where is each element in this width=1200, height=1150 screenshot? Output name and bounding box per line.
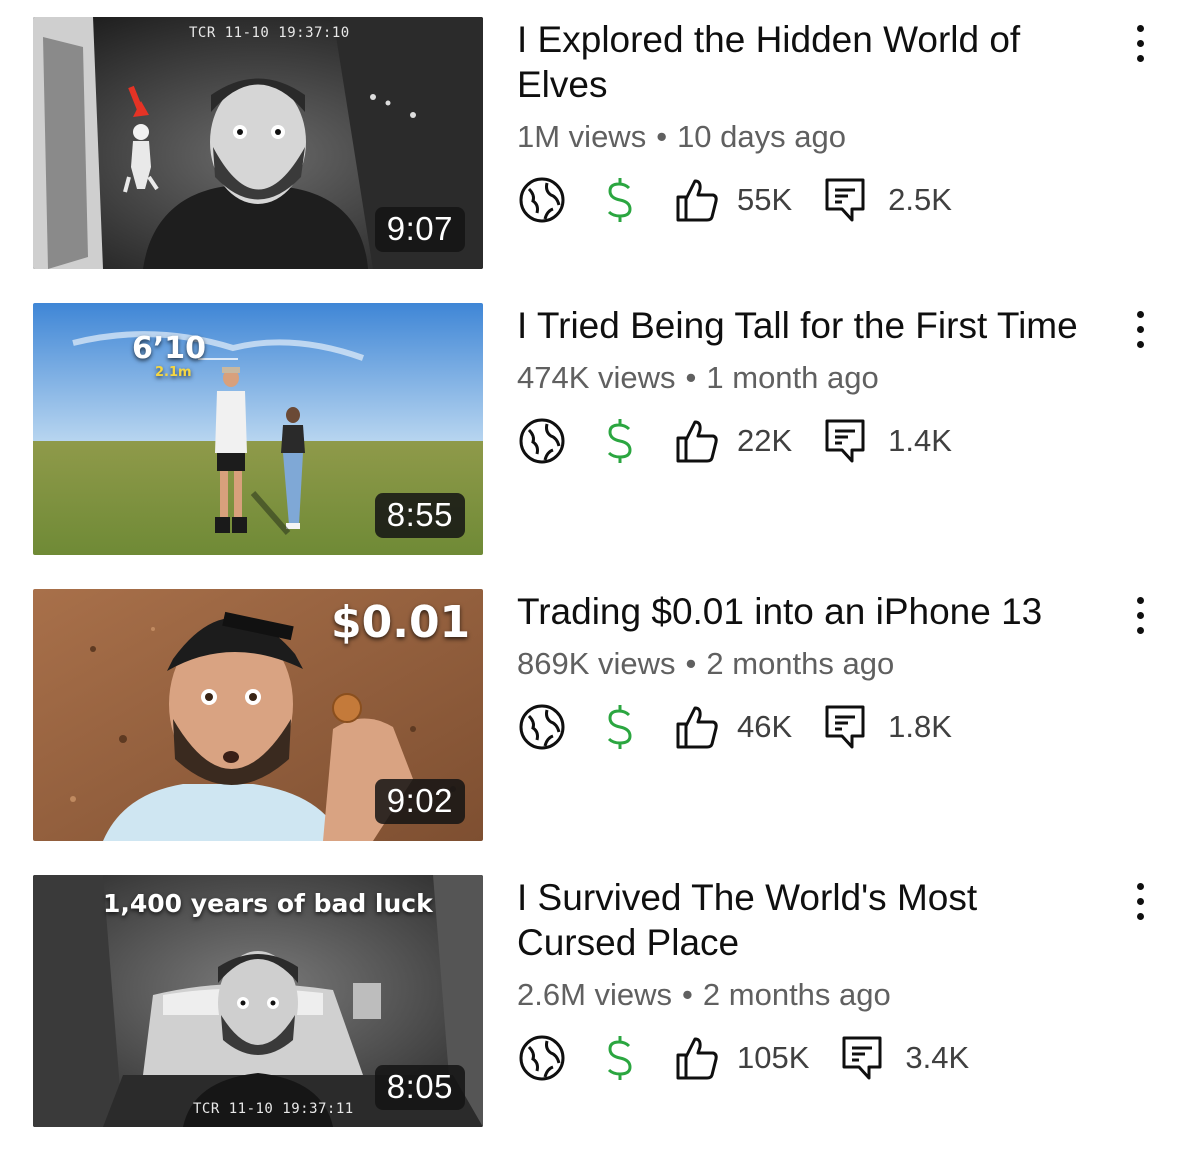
duration-badge: 9:02 <box>374 779 465 824</box>
more-vert-icon[interactable] <box>1128 311 1152 351</box>
video-item[interactable]: 1,400 years of bad luck TCR 11-10 19:37:… <box>0 875 1200 1127</box>
separator-dot: • <box>656 119 668 154</box>
comment-count: 2.5K <box>888 182 952 217</box>
thumbs-up-icon[interactable] <box>675 418 719 464</box>
video-meta: I Tried Being Tall for the First Time 47… <box>517 303 1097 466</box>
more-vert-icon[interactable] <box>1128 597 1152 637</box>
caption-overlay: 1,400 years of bad luck <box>103 889 433 918</box>
dollar-icon[interactable] <box>605 417 635 465</box>
like-count: 55K <box>737 182 793 217</box>
video-stats: 105K 3.4K <box>517 1033 1097 1083</box>
video-stats: 46K 1.8K <box>517 702 1097 752</box>
video-stats: 22K 1.4K <box>517 416 1097 466</box>
video-item[interactable]: $0.01 9:02 Trading $0.01 into an iPhone … <box>0 589 1200 841</box>
duration-badge: 9:07 <box>374 207 465 252</box>
upload-age: 1 month ago <box>706 360 879 395</box>
like-count: 105K <box>737 1040 810 1075</box>
globe-icon[interactable] <box>517 175 567 225</box>
separator-dot: • <box>682 977 693 1012</box>
separator-dot: • <box>685 360 697 395</box>
video-stats: 55K 2.5K <box>517 175 1097 225</box>
timestamp-overlay: TCR 11-10 19:37:11 <box>193 1101 354 1117</box>
video-thumbnail[interactable]: TCR 11-10 19:37:10 9:07 <box>33 17 483 269</box>
comment-count: 3.4K <box>905 1040 970 1075</box>
comment-count: 1.4K <box>888 423 952 458</box>
view-count: 2.6M views <box>517 977 673 1012</box>
view-count: 869K views <box>517 646 676 681</box>
video-item[interactable]: TCR 11-10 19:37:10 9:07 I Explored the H… <box>0 17 1200 269</box>
video-title[interactable]: I Survived The World's Most Cursed Place <box>517 875 1097 965</box>
video-thumbnail[interactable]: 6’10 2.1m 8:55 <box>33 303 483 555</box>
view-count: 474K views <box>517 360 676 395</box>
video-meta: I Explored the Hidden World of Elves 1M … <box>517 17 1097 225</box>
comment-icon[interactable] <box>824 704 866 750</box>
globe-icon[interactable] <box>517 416 567 466</box>
video-item[interactable]: 6’10 2.1m 8:55 I Tried Being Tall for th… <box>0 303 1200 555</box>
more-vert-icon[interactable] <box>1128 25 1152 65</box>
dollar-icon[interactable] <box>605 1034 635 1082</box>
thumbs-up-icon[interactable] <box>675 177 719 223</box>
timestamp-overlay: TCR 11-10 19:37:10 <box>189 25 350 41</box>
video-title[interactable]: I Explored the Hidden World of Elves <box>517 17 1097 107</box>
video-thumbnail[interactable]: $0.01 9:02 <box>33 589 483 841</box>
more-vert-icon[interactable] <box>1128 883 1152 923</box>
upload-age: 2 months ago <box>706 646 895 681</box>
video-thumbnail[interactable]: 1,400 years of bad luck TCR 11-10 19:37:… <box>33 875 483 1127</box>
video-subline: 1M views • 10 days ago <box>517 119 1097 155</box>
video-meta: Trading $0.01 into an iPhone 13 869K vie… <box>517 589 1097 752</box>
height-label: 6’10 <box>132 331 207 366</box>
dollar-icon[interactable] <box>605 176 635 224</box>
separator-dot: • <box>685 646 697 681</box>
price-overlay: $0.01 <box>331 597 471 648</box>
globe-icon[interactable] <box>517 702 567 752</box>
thumbs-up-icon[interactable] <box>675 704 719 750</box>
upload-age: 10 days ago <box>677 119 846 154</box>
video-meta: I Survived The World's Most Cursed Place… <box>517 875 1097 1083</box>
duration-badge: 8:55 <box>374 493 465 538</box>
comment-count: 1.8K <box>888 709 952 744</box>
video-subline: 474K views • 1 month ago <box>517 360 1097 396</box>
video-title[interactable]: Trading $0.01 into an iPhone 13 <box>517 589 1097 634</box>
view-count: 1M views <box>517 119 647 154</box>
video-list: TCR 11-10 19:37:10 9:07 I Explored the H… <box>0 0 1200 1150</box>
like-count: 46K <box>737 709 793 744</box>
dollar-icon[interactable] <box>605 703 635 751</box>
thumbs-up-icon[interactable] <box>675 1035 719 1081</box>
height-metric-label: 2.1m <box>155 365 192 380</box>
like-count: 22K <box>737 423 793 458</box>
comment-icon[interactable] <box>824 177 866 223</box>
upload-age: 2 months ago <box>702 977 891 1012</box>
globe-icon[interactable] <box>517 1033 567 1083</box>
video-subline: 2.6M views • 2 months ago <box>517 977 1097 1013</box>
duration-badge: 8:05 <box>374 1065 465 1110</box>
video-subline: 869K views • 2 months ago <box>517 646 1097 682</box>
comment-icon[interactable] <box>841 1035 883 1081</box>
comment-icon[interactable] <box>824 418 866 464</box>
video-title[interactable]: I Tried Being Tall for the First Time <box>517 303 1097 348</box>
